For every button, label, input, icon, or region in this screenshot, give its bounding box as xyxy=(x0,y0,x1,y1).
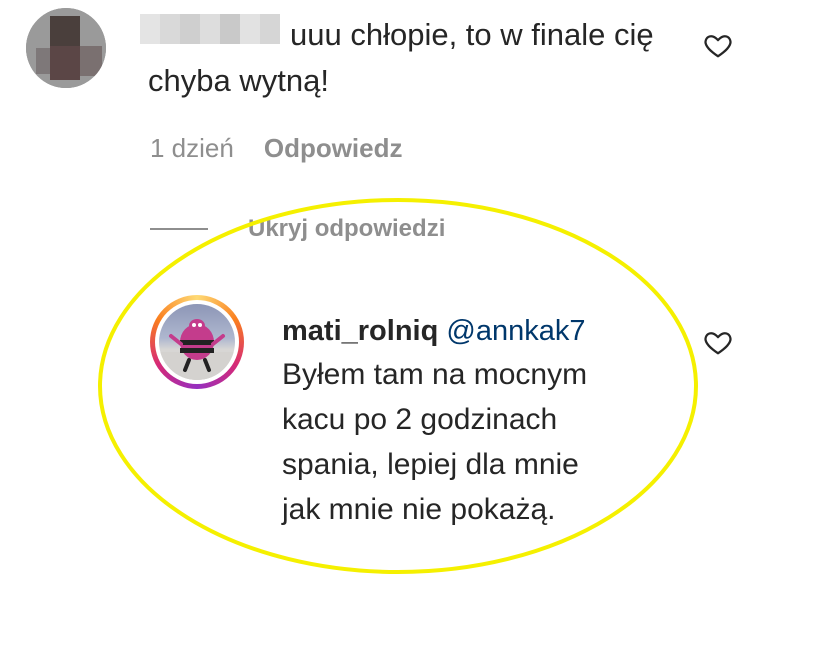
highlight-ellipse xyxy=(98,198,698,574)
heart-outline-icon xyxy=(704,332,732,355)
commenter-avatar[interactable] xyxy=(26,8,106,88)
comment-like-button[interactable] xyxy=(703,30,733,60)
reply-button[interactable]: Odpowiedz xyxy=(264,130,403,166)
comment-meta: 1 dzień Odpowiedz xyxy=(150,130,403,166)
reply-like-button[interactable] xyxy=(703,327,733,357)
comment-timestamp: 1 dzień xyxy=(150,133,234,163)
heart-outline-icon xyxy=(704,35,732,58)
comment-text-block: uuu chłopie, to w finale cię chyba wytną… xyxy=(148,12,688,104)
comment-text: uuu chłopie, to w finale cię chyba wytną… xyxy=(148,17,654,98)
